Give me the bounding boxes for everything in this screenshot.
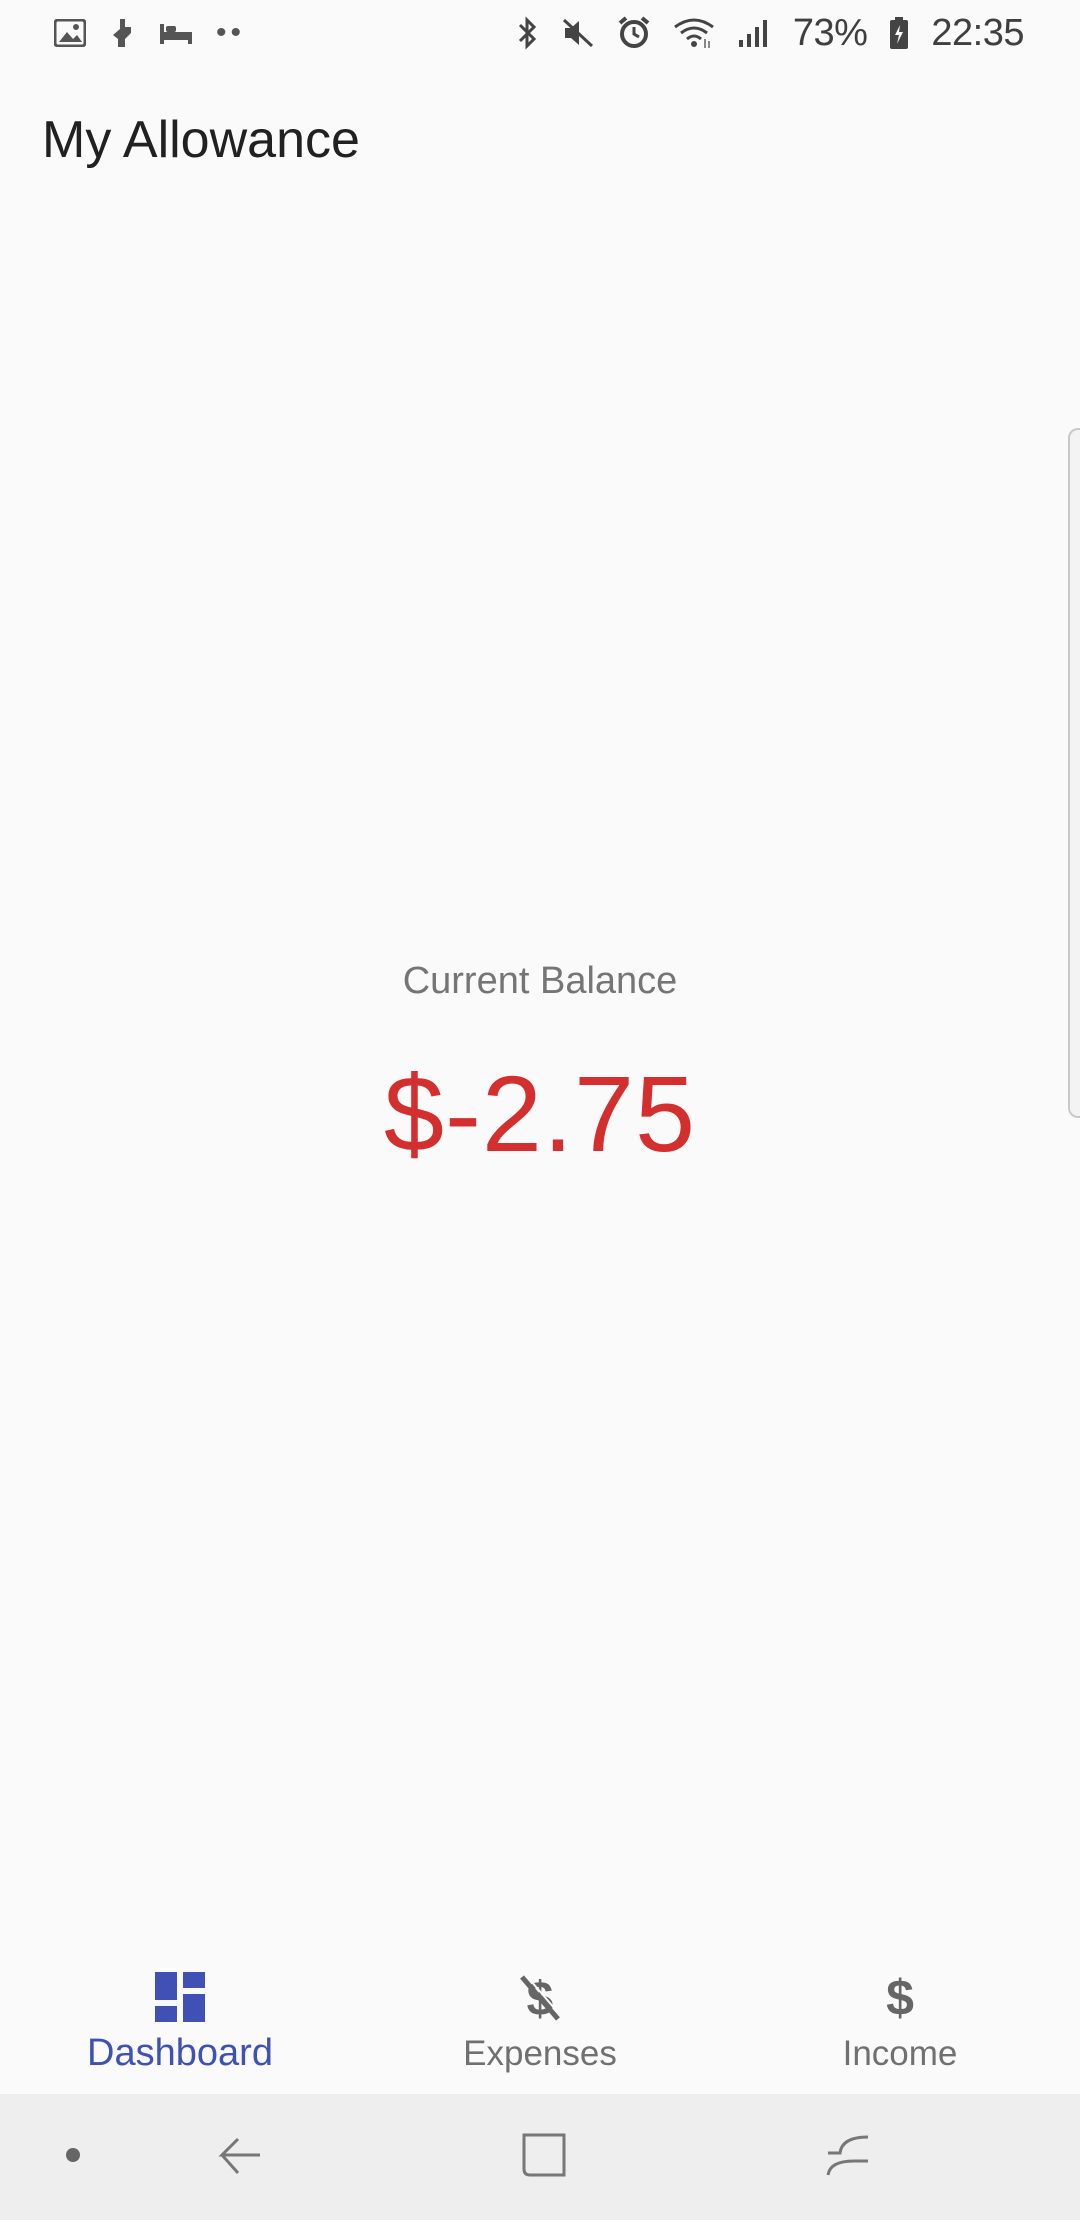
mute-icon	[561, 13, 595, 53]
recents-button[interactable]	[808, 2094, 888, 2220]
balance-section: Current Balance $-2.75	[0, 960, 1080, 1176]
svg-text:$: $	[886, 1971, 914, 2023]
dot-button[interactable]	[52, 2094, 94, 2220]
nav-label-dashboard: Dashboard	[87, 2032, 273, 2074]
balance-label: Current Balance	[402, 960, 678, 1002]
back-button[interactable]	[200, 2094, 280, 2220]
home-icon	[520, 2131, 568, 2184]
more-dots-icon: ••	[216, 16, 246, 49]
dot-icon	[65, 2147, 81, 2168]
home-button[interactable]	[504, 2094, 584, 2220]
nav-item-dashboard[interactable]: Dashboard	[0, 1950, 360, 2094]
bluetooth-icon	[517, 13, 539, 53]
tools-icon	[108, 13, 136, 53]
nav-label-income: Income	[842, 2034, 958, 2073]
money-off-icon: $	[518, 1970, 562, 2024]
nav-item-income[interactable]: $ Income	[720, 1950, 1080, 2094]
screen: •• 73% 22:35 My Allowance Current Balanc…	[0, 0, 1080, 2220]
dashboard-icon	[155, 1970, 205, 2024]
app-bar: My Allowance	[0, 92, 1080, 188]
bed-icon	[158, 13, 194, 53]
battery-icon	[889, 13, 909, 53]
status-bar-right: 73% 22:35	[517, 12, 1024, 55]
nav-label-expenses: Expenses	[463, 2034, 617, 2073]
wifi-icon	[673, 13, 715, 53]
app-title: My Allowance	[42, 111, 360, 169]
balance-value: $-2.75	[383, 1053, 697, 1174]
recents-icon	[824, 2131, 872, 2184]
system-navigation-bar	[0, 2094, 1080, 2220]
battery-percent: 73%	[792, 11, 868, 54]
status-bar-left: ••	[54, 13, 245, 53]
back-icon	[216, 2131, 264, 2184]
nav-item-expenses[interactable]: $ Expenses	[360, 1950, 720, 2094]
gallery-icon	[54, 13, 86, 53]
signal-icon	[737, 13, 771, 53]
clock: 22:35	[931, 11, 1024, 54]
alarm-icon	[617, 13, 651, 53]
dollar-icon: $	[880, 1970, 920, 2024]
status-bar: •• 73% 22:35	[0, 0, 1080, 66]
bottom-navigation: Dashboard $ Expenses $ Income	[0, 1950, 1080, 2094]
